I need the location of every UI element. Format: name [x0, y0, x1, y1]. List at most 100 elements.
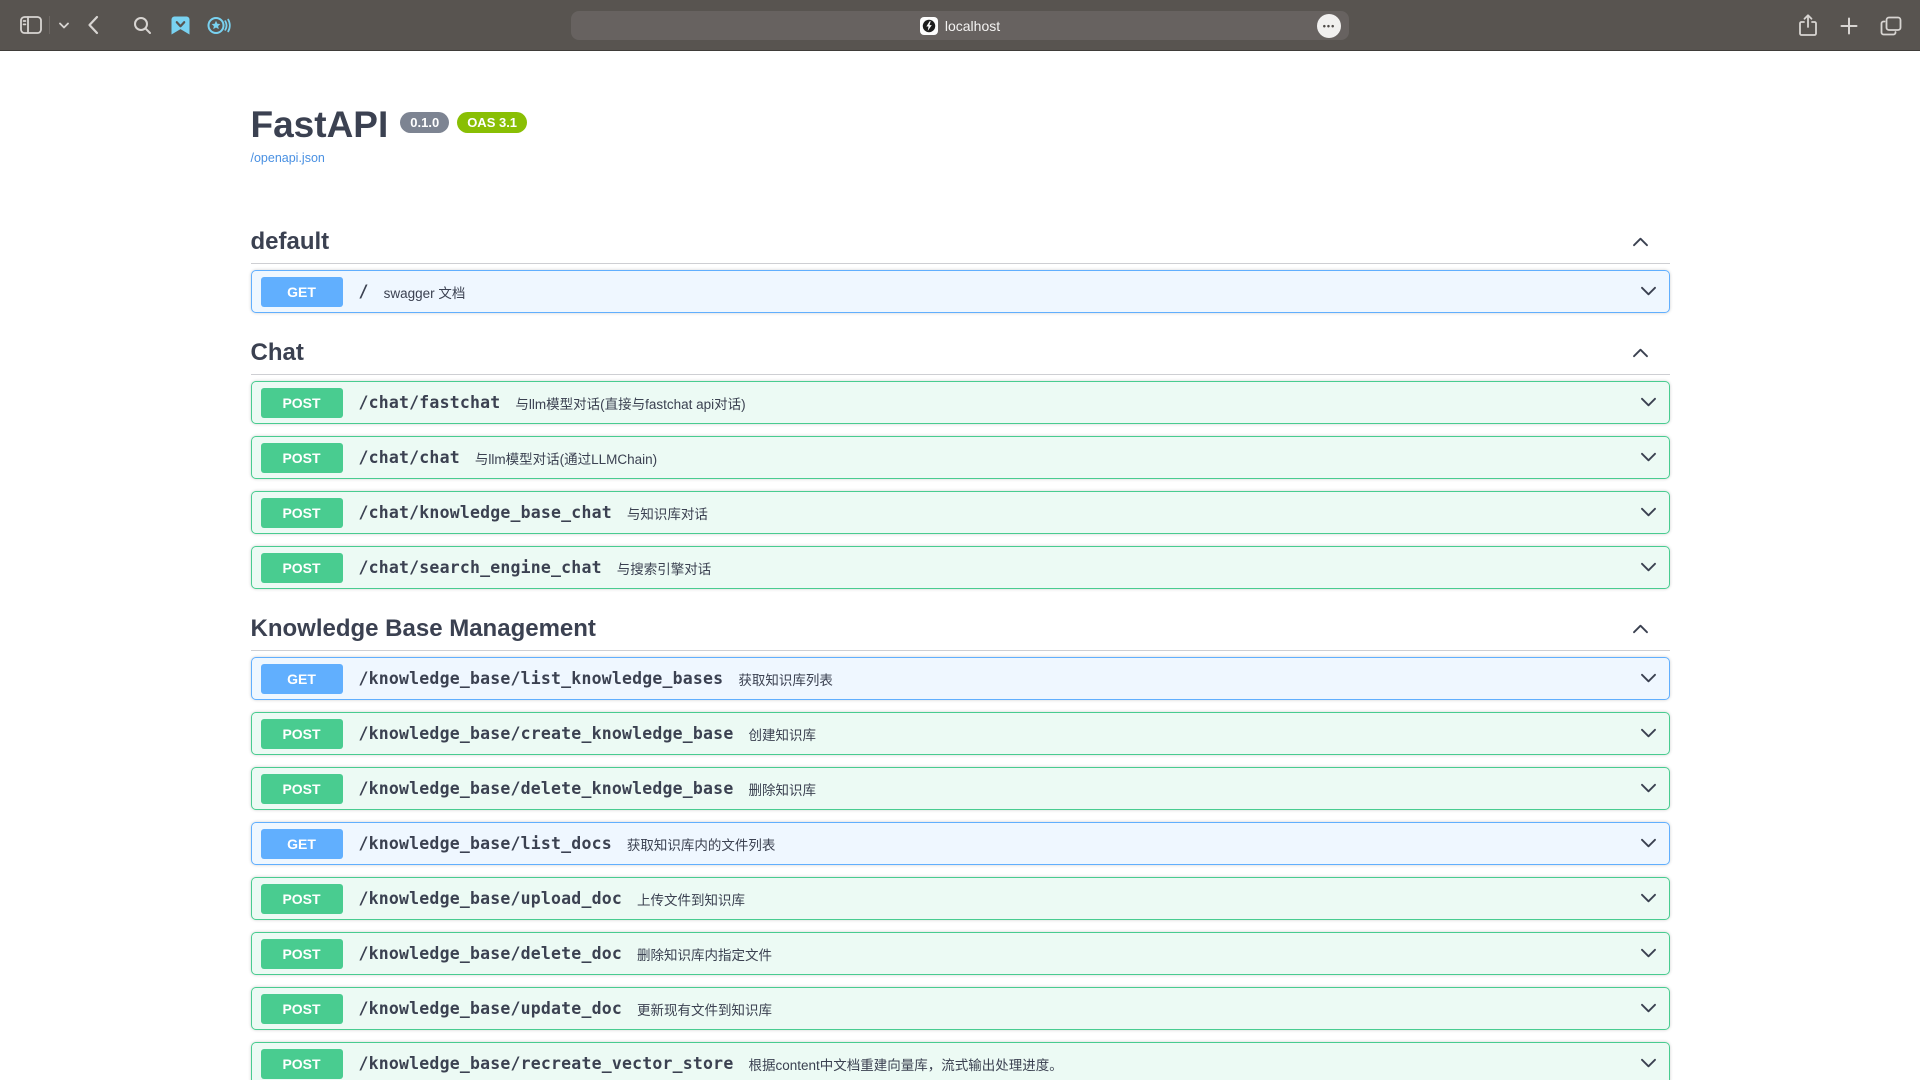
oas-badge: OAS 3.1	[457, 112, 527, 133]
back-icon	[87, 15, 99, 35]
section-header[interactable]: default	[251, 220, 1670, 264]
endpoint-row[interactable]: POST/chat/knowledge_base_chat与知识库对话	[251, 491, 1670, 534]
new-tab-button[interactable]	[1840, 17, 1858, 35]
endpoint-row[interactable]: GET/knowledge_base/list_knowledge_bases获…	[251, 657, 1670, 700]
tabs-overview-icon	[1880, 16, 1902, 36]
toolbar-right-group	[1798, 0, 1902, 51]
endpoint-description: 删除知识库	[748, 779, 816, 799]
share-button[interactable]	[1798, 14, 1818, 38]
endpoint-row[interactable]: POST/chat/search_engine_chat与搜索引擎对话	[251, 546, 1670, 589]
browser-toolbar: localhost •••	[0, 0, 1920, 51]
endpoint-row[interactable]: POST/knowledge_base/upload_doc上传文件到知识库	[251, 877, 1670, 920]
fastapi-favicon-bolt-icon	[922, 19, 936, 33]
method-badge: POST	[261, 498, 343, 528]
endpoint-row[interactable]: POST/knowledge_base/delete_doc删除知识库内指定文件	[251, 932, 1670, 975]
chevron-down-icon	[59, 22, 69, 29]
expand-endpoint-button[interactable]	[1639, 837, 1658, 850]
endpoint-path: /knowledge_base/upload_doc	[359, 889, 622, 908]
section-header[interactable]: Knowledge Base Management	[251, 607, 1670, 651]
search-icon	[133, 16, 152, 35]
share-icon	[1798, 14, 1818, 38]
expand-endpoint-button[interactable]	[1639, 506, 1658, 519]
url-host-text: localhost	[945, 18, 1000, 34]
openapi-spec-link[interactable]: /openapi.json	[251, 151, 325, 165]
pinned-tab-bookmark[interactable]	[170, 15, 191, 36]
chevron-down-icon	[1639, 396, 1658, 409]
chevron-down-icon	[1639, 285, 1658, 298]
expand-endpoint-button[interactable]	[1639, 727, 1658, 740]
method-badge: POST	[261, 939, 343, 969]
expand-endpoint-button[interactable]	[1639, 1057, 1658, 1070]
section-title: Chat	[251, 339, 304, 367]
endpoint-description: 获取知识库内的文件列表	[627, 834, 776, 854]
toolbar-divider	[49, 16, 50, 34]
chevron-down-icon	[1639, 672, 1658, 685]
expand-endpoint-button[interactable]	[1639, 947, 1658, 960]
expand-endpoint-button[interactable]	[1639, 892, 1658, 905]
page-title: FastAPI	[251, 104, 389, 146]
api-section-default: defaultGET/swagger 文档	[251, 220, 1670, 313]
expand-endpoint-button[interactable]	[1639, 285, 1658, 298]
search-button[interactable]	[133, 16, 152, 35]
section-endpoints: GET/knowledge_base/list_knowledge_bases 获…	[251, 657, 1670, 1080]
endpoint-description: 与llm模型对话(通过LLMChain)	[475, 448, 657, 468]
endpoint-row[interactable]: GET/swagger 文档	[251, 270, 1670, 313]
endpoint-description: 与搜索引擎对话	[617, 558, 712, 578]
section-header[interactable]: Chat	[251, 331, 1670, 375]
expand-endpoint-button[interactable]	[1639, 672, 1658, 685]
endpoint-row[interactable]: POST/knowledge_base/recreate_vector_stor…	[251, 1042, 1670, 1080]
back-button[interactable]	[87, 15, 99, 35]
page-settings-ellipsis-button[interactable]: •••	[1317, 14, 1341, 38]
address-bar[interactable]: localhost •••	[571, 11, 1349, 40]
pinned-tab-broadcast[interactable]	[207, 15, 231, 36]
section-collapse-button[interactable]	[1631, 235, 1650, 248]
expand-endpoint-button[interactable]	[1639, 451, 1658, 464]
endpoint-path: /	[359, 282, 369, 301]
chevron-up-icon	[1631, 235, 1650, 248]
endpoint-path: /knowledge_base/list_knowledge_bases	[359, 669, 724, 688]
section-endpoints: POST/chat/fastchat与llm模型对话(直接与fastchat a…	[251, 381, 1670, 589]
endpoint-path: /knowledge_base/recreate_vector_store	[359, 1054, 734, 1073]
section-collapse-button[interactable]	[1631, 346, 1650, 359]
endpoint-path: /chat/fastchat	[359, 393, 501, 412]
api-section-knowledge-base-management: Knowledge Base Management GET/knowledge_b…	[251, 607, 1670, 1080]
method-badge: POST	[261, 719, 343, 749]
section-collapse-button[interactable]	[1631, 622, 1650, 635]
sidebar-dropdown-button[interactable]	[59, 22, 69, 29]
endpoint-path: /knowledge_base/delete_knowledge_base	[359, 779, 734, 798]
chevron-down-icon	[1639, 506, 1658, 519]
chevron-down-icon	[1639, 892, 1658, 905]
expand-endpoint-button[interactable]	[1639, 782, 1658, 795]
endpoint-row[interactable]: POST/chat/fastchat与llm模型对话(直接与fastchat a…	[251, 381, 1670, 424]
method-badge: GET	[261, 277, 343, 307]
chevron-down-icon	[1639, 782, 1658, 795]
section-endpoints: GET/swagger 文档	[251, 270, 1670, 313]
endpoint-row[interactable]: POST/chat/chat与llm模型对话(通过LLMChain)	[251, 436, 1670, 479]
toolbar-left-group	[0, 15, 231, 36]
method-badge: GET	[261, 829, 343, 859]
endpoint-row[interactable]: POST/knowledge_base/update_doc更新现有文件到知识库	[251, 987, 1670, 1030]
endpoint-row[interactable]: GET/knowledge_base/list_docs获取知识库内的文件列表	[251, 822, 1670, 865]
chevron-down-icon	[1639, 451, 1658, 464]
chevron-down-icon	[1639, 837, 1658, 850]
endpoint-path: /chat/knowledge_base_chat	[359, 503, 612, 522]
method-badge: POST	[261, 443, 343, 473]
expand-endpoint-button[interactable]	[1639, 1002, 1658, 1015]
endpoint-description: 根据content中文档重建向量库，流式输出处理进度。	[748, 1054, 1062, 1074]
expand-endpoint-button[interactable]	[1639, 561, 1658, 574]
chevron-up-icon	[1631, 622, 1650, 635]
swagger-page: FastAPI 0.1.0 OAS 3.1 /openapi.json defa…	[0, 51, 1920, 1080]
endpoint-row[interactable]: POST/knowledge_base/create_knowledge_bas…	[251, 712, 1670, 755]
section-title: Knowledge Base Management	[251, 615, 596, 643]
sidebar-toggle-button[interactable]	[20, 16, 42, 34]
endpoint-path: /knowledge_base/update_doc	[359, 999, 622, 1018]
method-badge: POST	[261, 994, 343, 1024]
chevron-down-icon	[1639, 947, 1658, 960]
endpoint-row[interactable]: POST/knowledge_base/delete_knowledge_bas…	[251, 767, 1670, 810]
method-badge: GET	[261, 664, 343, 694]
endpoint-path: /chat/search_engine_chat	[359, 558, 602, 577]
chevron-down-icon	[1639, 727, 1658, 740]
expand-endpoint-button[interactable]	[1639, 396, 1658, 409]
tabs-overview-button[interactable]	[1880, 16, 1902, 36]
chevron-down-icon	[1639, 1002, 1658, 1015]
